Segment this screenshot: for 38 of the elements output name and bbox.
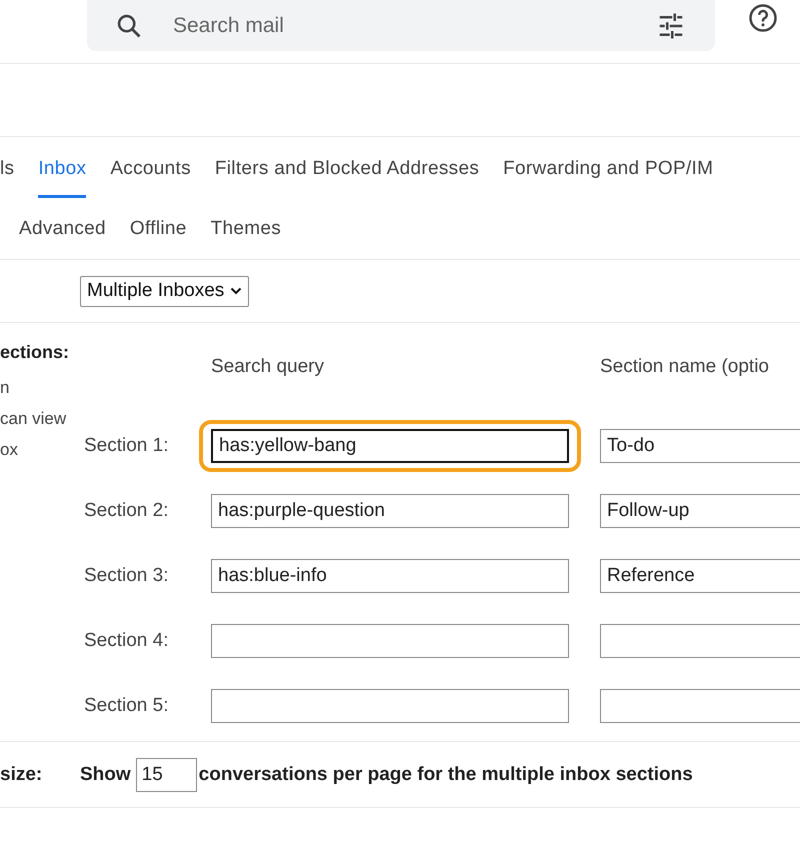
section-label: Section 3:: [84, 564, 170, 586]
section-name-field[interactable]: [600, 688, 800, 722]
query-field[interactable]: has:blue-info: [211, 558, 569, 592]
section-name-field[interactable]: Reference: [600, 558, 800, 592]
query-field[interactable]: [211, 624, 569, 658]
help-icon[interactable]: [748, 3, 778, 33]
settings-tab[interactable]: ls: [0, 154, 14, 198]
settings-tab[interactable]: Offline: [130, 218, 187, 240]
page-size-text: conversations per page for the multiple inbox sections: [198, 764, 693, 786]
settings-tab[interactable]: Accounts: [110, 154, 191, 198]
section-name-field[interactable]: To-do: [600, 428, 800, 462]
column-header: Section name (optio: [600, 355, 770, 378]
settings-tab[interactable]: Filters and Blocked Addresses: [214, 154, 480, 198]
section-label: Section 5:: [84, 694, 170, 716]
help-text: can view: [0, 408, 66, 430]
page-size-field[interactable]: 15: [136, 758, 197, 792]
help-text: n: [0, 377, 10, 399]
column-header: Search query: [211, 355, 326, 378]
settings-tab[interactable]: Forwarding and POP/IM: [503, 154, 714, 198]
chevron-down-icon: [230, 287, 242, 295]
setting-label: ections:: [0, 342, 70, 363]
settings-tab[interactable]: Advanced: [19, 218, 106, 240]
section-label: Section 1:: [84, 434, 170, 456]
show-text: Show: [80, 764, 131, 786]
query-field[interactable]: has:purple-question: [211, 494, 569, 528]
section-name-field[interactable]: Follow-up: [600, 494, 800, 528]
query-field[interactable]: has:yellow-bang: [199, 420, 581, 472]
help-text: ox: [0, 439, 18, 461]
setting-label: size:: [0, 764, 44, 786]
settings-tab[interactable]: Inbox: [38, 154, 86, 198]
section-label: Section 2:: [84, 500, 170, 522]
section-label: Section 4:: [84, 630, 170, 652]
settings-tab[interactable]: Themes: [210, 218, 282, 240]
section-name-field[interactable]: [600, 624, 800, 658]
inbox-type-dropdown[interactable]: Multiple Inboxes: [80, 276, 250, 306]
search-field[interactable]: Search mail: [173, 14, 656, 38]
search-bar[interactable]: Search mail: [87, 0, 715, 51]
query-field[interactable]: [211, 688, 569, 722]
